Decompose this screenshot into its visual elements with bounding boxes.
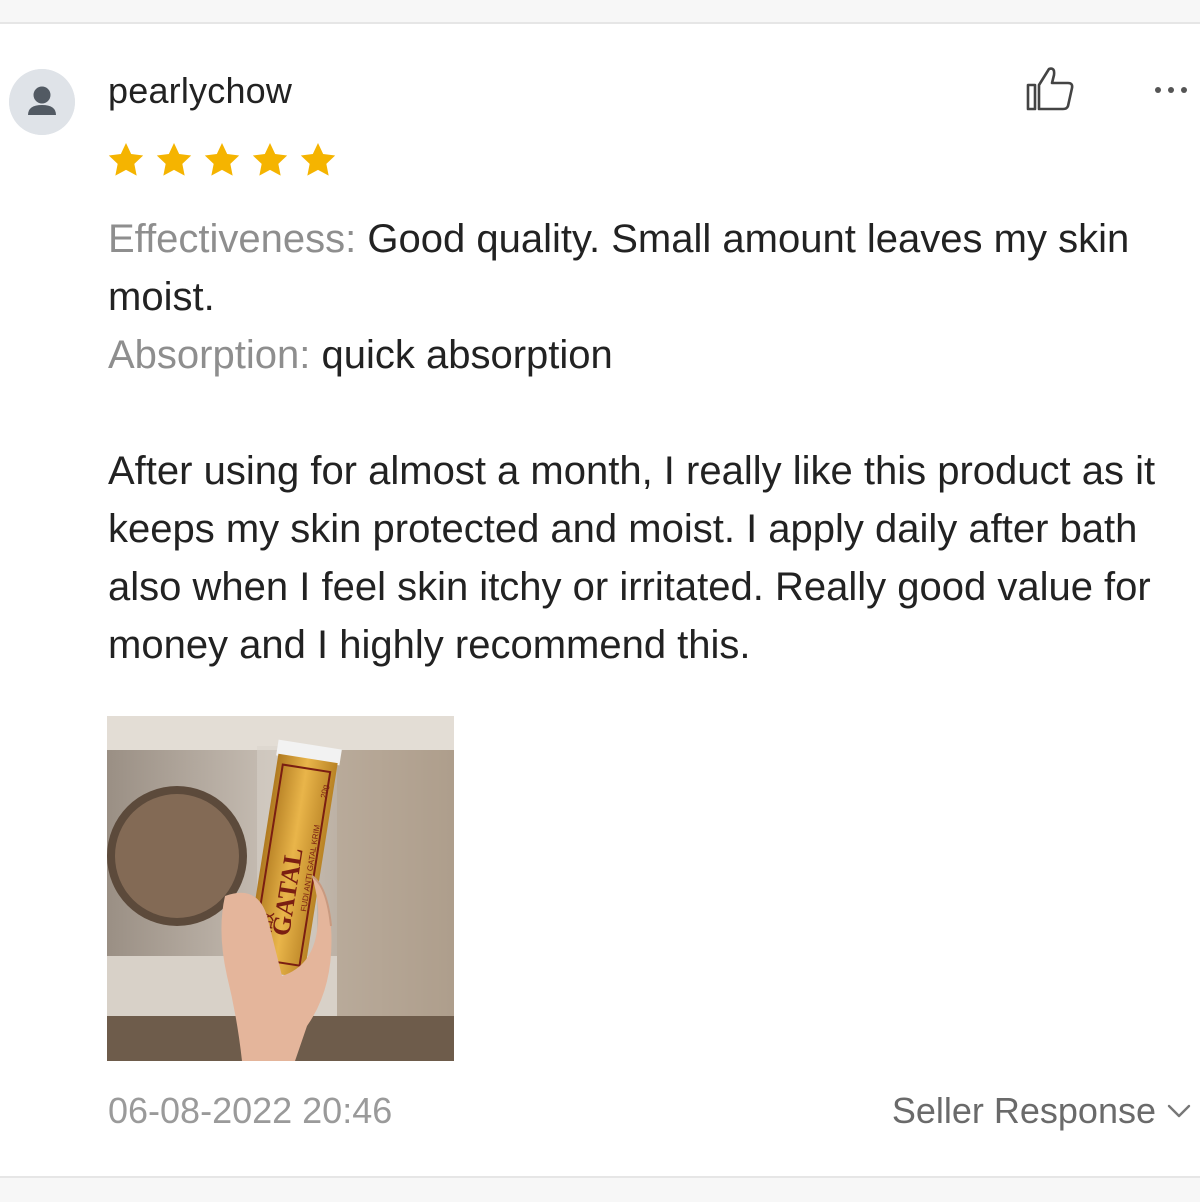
chevron-down-icon bbox=[1167, 1104, 1191, 1118]
review-body: After using for almost a month, I really… bbox=[108, 449, 1156, 667]
review-photo[interactable]: GATAL FUDI ANTI GATAL KRIM 肤敌 20g bbox=[107, 716, 454, 1061]
star-icon bbox=[108, 143, 144, 176]
absorption-label: Absorption: bbox=[108, 333, 311, 377]
seller-response-button[interactable]: Seller Response bbox=[892, 1090, 1192, 1132]
review-timestamp: 06-08-2022 20:46 bbox=[108, 1090, 393, 1131]
bottom-divider bbox=[0, 1176, 1200, 1202]
star-rating bbox=[106, 140, 338, 180]
star-icon bbox=[300, 143, 336, 176]
absorption-value: quick absorption bbox=[321, 333, 613, 377]
thumbs-up-icon[interactable] bbox=[1022, 63, 1076, 115]
star-icon bbox=[252, 143, 288, 176]
seller-response-label: Seller Response bbox=[891, 1090, 1156, 1131]
effectiveness-label: Effectiveness: bbox=[108, 217, 357, 261]
review-text: Effectiveness: Good quality. Small amoun… bbox=[108, 210, 1193, 674]
more-options-icon[interactable] bbox=[1150, 78, 1192, 102]
top-divider bbox=[0, 0, 1200, 24]
absorption-line: Absorption: quick absorption bbox=[108, 326, 1193, 384]
username[interactable]: pearlychow bbox=[108, 70, 292, 112]
star-icon bbox=[204, 143, 240, 176]
effectiveness-line: Effectiveness: Good quality. Small amoun… bbox=[108, 210, 1193, 326]
user-avatar-icon[interactable] bbox=[9, 69, 75, 135]
star-icon bbox=[156, 143, 192, 176]
